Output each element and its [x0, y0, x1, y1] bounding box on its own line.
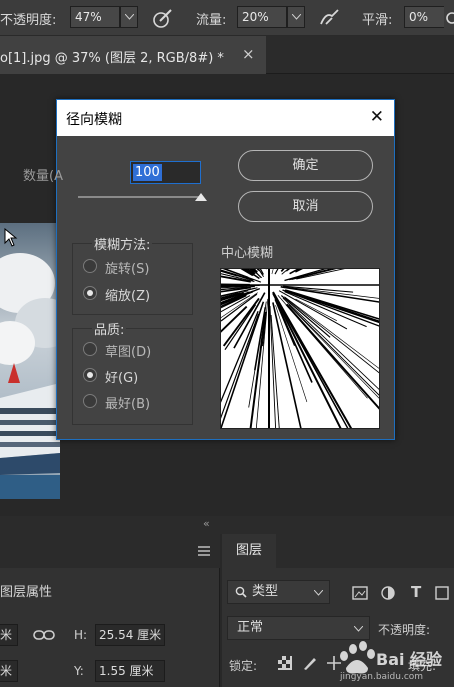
pressure-opacity-icon[interactable] [151, 6, 175, 30]
document-tab-bar: o[1].jpg @ 37% (图层 2, RGB/8#) * × [0, 36, 454, 74]
smoothing-label: 平滑: [362, 13, 393, 28]
blur-ray [278, 307, 313, 383]
y-label: Y: [74, 664, 84, 678]
close-icon[interactable]: ✕ [370, 107, 384, 127]
chevron-down-icon [354, 626, 363, 632]
opacity-dropdown-button[interactable] [120, 6, 138, 28]
quality-best-label[interactable]: 最好(B) [105, 393, 150, 412]
width-field[interactable]: 米 [0, 624, 18, 646]
blur-ray [289, 269, 300, 275]
blur-center-label: 中心模糊 [221, 246, 274, 261]
cursor-arrow-icon [4, 228, 18, 247]
blur-method-zoom-label[interactable]: 缩放(Z) [105, 285, 150, 304]
airbrush-icon[interactable] [318, 6, 342, 30]
lock-transparent-icon[interactable] [277, 655, 293, 671]
dialog-titlebar[interactable]: 径向模糊 ✕ [57, 100, 394, 136]
amount-input[interactable]: 100 [130, 161, 201, 184]
opacity-input[interactable]: 47% [70, 6, 120, 28]
flow-label: 流量: [196, 13, 227, 28]
blur-ray [272, 302, 302, 428]
y-field[interactable]: 1.55 厘米 [95, 660, 165, 682]
document-tab-title: o[1].jpg @ 37% (图层 2, RGB/8#) * [0, 51, 224, 66]
properties-header [0, 534, 220, 568]
quality-good-label[interactable]: 好(G) [105, 367, 138, 386]
adjustment-filter-icon[interactable] [380, 585, 396, 601]
image-filter-icon[interactable] [352, 585, 368, 601]
link-icon[interactable] [33, 628, 55, 642]
layers-tabbar: 图层 [222, 534, 454, 568]
x-field[interactable]: 米 [0, 660, 18, 682]
lock-label: 锁定: [229, 659, 258, 673]
shape-filter-icon[interactable] [434, 585, 450, 601]
blur-method-title: 模糊方法: [92, 234, 153, 253]
smoothing-input[interactable]: 0% [404, 6, 444, 28]
amount-slider-thumb[interactable] [195, 193, 207, 201]
document-tab[interactable]: o[1].jpg @ 37% (图层 2, RGB/8#) * × [0, 36, 266, 74]
lock-paint-icon[interactable] [302, 655, 318, 671]
tab-layers[interactable]: 图层 [222, 534, 276, 568]
blur-center-preview[interactable] [220, 268, 380, 429]
blend-mode-label: 正常 [237, 620, 264, 635]
chevron-down-icon [292, 14, 301, 20]
quality-good-radio[interactable] [83, 368, 97, 382]
flow-dropdown-button[interactable] [287, 6, 305, 28]
blur-method-spin-radio[interactable] [83, 259, 97, 273]
watermark-url: jingyan.baidu.com [340, 672, 424, 682]
blur-ray [269, 305, 277, 428]
properties-panel: 图层属性 米 H: 25.54 厘米 米 Y: 1.55 厘米 [0, 534, 220, 687]
height-field[interactable]: 25.54 厘米 [95, 624, 165, 646]
amount-label: 数量(A [23, 169, 63, 184]
dialog-title: 径向模糊 [66, 112, 122, 128]
flow-input[interactable]: 20% [237, 6, 287, 28]
quality-draft-radio[interactable] [83, 342, 97, 356]
chevron-down-icon [125, 14, 134, 20]
ok-button[interactable]: 确定 [238, 150, 373, 181]
blur-method-group [72, 243, 193, 315]
cancel-button[interactable]: 取消 [238, 191, 373, 222]
blur-method-spin-label[interactable]: 旋转(S) [105, 258, 149, 277]
collapse-arrows-icon[interactable]: « [203, 517, 210, 530]
settings-icon[interactable] [444, 6, 454, 30]
options-bar: 不透明度: 47% 流量: 20% 平滑: 0% [0, 0, 454, 36]
height-label: H: [74, 628, 88, 642]
quality-title: 品质: [92, 319, 127, 338]
quality-draft-label[interactable]: 草图(D) [105, 341, 151, 360]
layer-filter-select[interactable]: 类型 [227, 580, 330, 604]
chevron-down-icon [314, 590, 323, 596]
panel-menu-icon[interactable] [198, 546, 210, 556]
blur-method-zoom-radio[interactable] [83, 286, 97, 300]
photo-image [0, 223, 60, 499]
quality-best-radio[interactable] [83, 394, 97, 408]
text-filter-icon[interactable]: T [411, 583, 421, 601]
opacity-label: 不透明度: [0, 13, 57, 28]
properties-title: 图层属性 [0, 585, 53, 600]
amount-value[interactable]: 100 [133, 164, 162, 181]
panel-collapse-strip[interactable]: « [0, 516, 454, 534]
amount-slider-track[interactable] [78, 196, 201, 198]
close-tab-icon[interactable]: × [242, 45, 255, 63]
layer-filter-label: 类型 [252, 584, 279, 599]
blur-ray [221, 305, 248, 333]
search-icon [235, 586, 247, 598]
watermark-brand: Bai 经验 [376, 650, 443, 669]
